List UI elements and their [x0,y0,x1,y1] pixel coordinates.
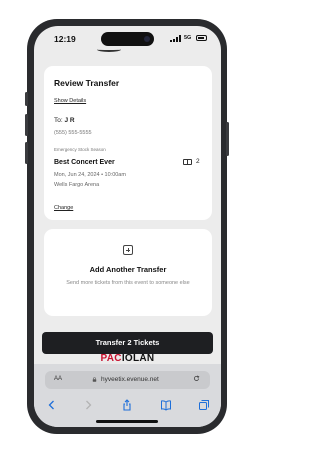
volume-up-button [25,114,28,136]
signal-icon [170,35,182,42]
to-label: To: [54,117,63,124]
review-transfer-card: Review Transfer Show Details To: J R (55… [44,66,212,220]
action-button [25,92,28,106]
browser-bar: AA hyveetix.evenue.net [34,364,221,427]
phone-screen: 12:19 5G Review Transfer Show Details To… [34,26,221,427]
forward-icon[interactable] [82,399,94,411]
event-venue: Wells Fargo Arena [54,182,100,188]
status-time: 12:19 [54,34,76,44]
share-icon[interactable] [121,399,133,411]
transfer-tickets-button[interactable]: Transfer 2 Tickets [42,332,213,354]
add-transfer-card[interactable]: Add Another Transfer Send more tickets f… [44,229,212,316]
header-fragment [97,47,121,52]
recipient-name: J R [64,117,75,124]
event-datetime: Mon, Jun 24, 2024 • 10:00am [54,172,126,178]
add-transfer-title: Add Another Transfer [89,265,167,274]
reload-icon[interactable] [193,375,200,382]
url-text: hyveetix.evenue.net [101,376,159,383]
ticket-icon [183,159,192,165]
bookmarks-icon[interactable] [160,399,172,411]
logo-part-2: IOLAN [121,353,155,364]
recipient-phone: (555) 555-5555 [54,130,92,136]
event-name: Best Concert Ever [54,159,115,166]
status-bar: 12:19 5G [34,26,221,52]
lock-icon [92,377,97,382]
network-label: 5G [184,35,192,41]
address-bar[interactable]: AA hyveetix.evenue.net [45,371,210,389]
volume-down-button [25,142,28,164]
season-label: Emergency Stock Season [54,147,106,152]
reader-aa-button[interactable]: AA [54,376,62,382]
logo-part-1: PAC [100,353,122,364]
back-icon[interactable] [46,399,58,411]
add-transfer-description: Send more tickets from this event to som… [66,280,190,286]
battery-icon [196,35,207,41]
show-details-link[interactable]: Show Details [54,98,86,104]
camera-icon [144,36,150,42]
power-button [226,122,229,156]
change-link[interactable]: Change [54,205,73,211]
paciolan-logo: PACIOLAN [34,353,221,364]
ticket-count: 2 [196,158,200,165]
home-indicator [96,420,158,423]
recipient-line: To: J R [54,117,75,124]
tabs-icon[interactable] [198,399,210,411]
add-icon [123,245,133,255]
review-title: Review Transfer [54,78,120,88]
